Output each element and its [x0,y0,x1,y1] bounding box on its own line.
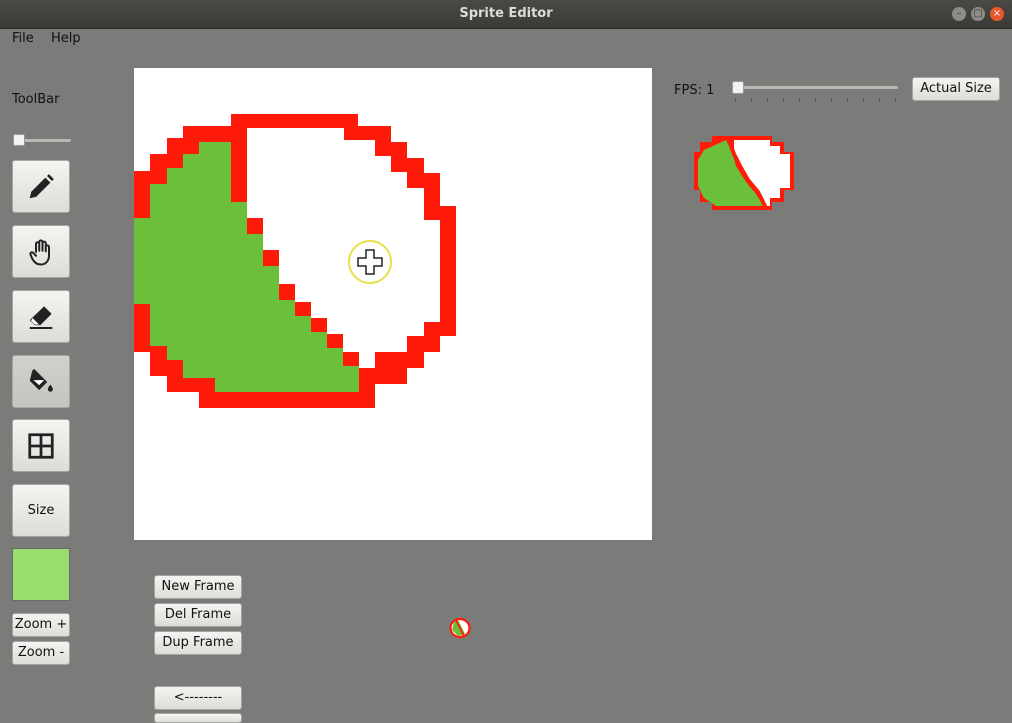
close-button[interactable]: × [990,7,1004,21]
actual-size-button[interactable]: Actual Size [912,77,1000,101]
current-color-swatch[interactable] [12,548,70,601]
eraser-icon [29,305,53,329]
size-button[interactable]: Size [12,484,70,537]
zoom-out-button[interactable]: Zoom - [12,641,70,665]
pencil-icon [29,173,54,198]
frame-thumbnail[interactable] [448,617,472,639]
brush-size-slider-thumb[interactable] [13,134,25,146]
grid-icon [28,432,54,459]
hand-icon [29,238,50,265]
fps-slider-track[interactable] [733,86,898,89]
fps-label: FPS: 1 [674,83,715,98]
drawing-canvas[interactable] [134,68,652,540]
new-frame-button[interactable]: New Frame [154,575,242,599]
paint-bucket-icon [29,368,53,392]
pencil-tool-button[interactable] [12,160,70,213]
prev-frame-button[interactable]: <-------- [154,686,242,710]
menu-file[interactable]: File [12,31,34,46]
menu-bar: File Help [0,28,1012,50]
eraser-tool-button[interactable] [12,290,70,343]
del-frame-button[interactable]: Del Frame [154,603,242,627]
dup-frame-button[interactable]: Dup Frame [154,631,242,655]
fps-slider-thumb[interactable] [732,81,744,94]
window-title: Sprite Editor [459,6,553,21]
grid-tool-button[interactable] [12,419,70,472]
minimize-button[interactable]: – [952,7,966,21]
hand-tool-button[interactable] [12,225,70,278]
window-titlebar: Sprite Editor – □ × [0,0,1012,29]
menu-help[interactable]: Help [51,31,81,46]
paint-bucket-tool-button[interactable] [12,355,70,408]
fps-slider-ticks [735,98,900,104]
zoom-in-button[interactable]: Zoom + [12,613,70,637]
sprite-drawing [134,114,456,408]
next-frame-button[interactable] [154,713,242,723]
maximize-button[interactable]: □ [971,7,985,21]
toolbar-label: ToolBar [12,92,60,107]
animation-preview [694,136,794,210]
